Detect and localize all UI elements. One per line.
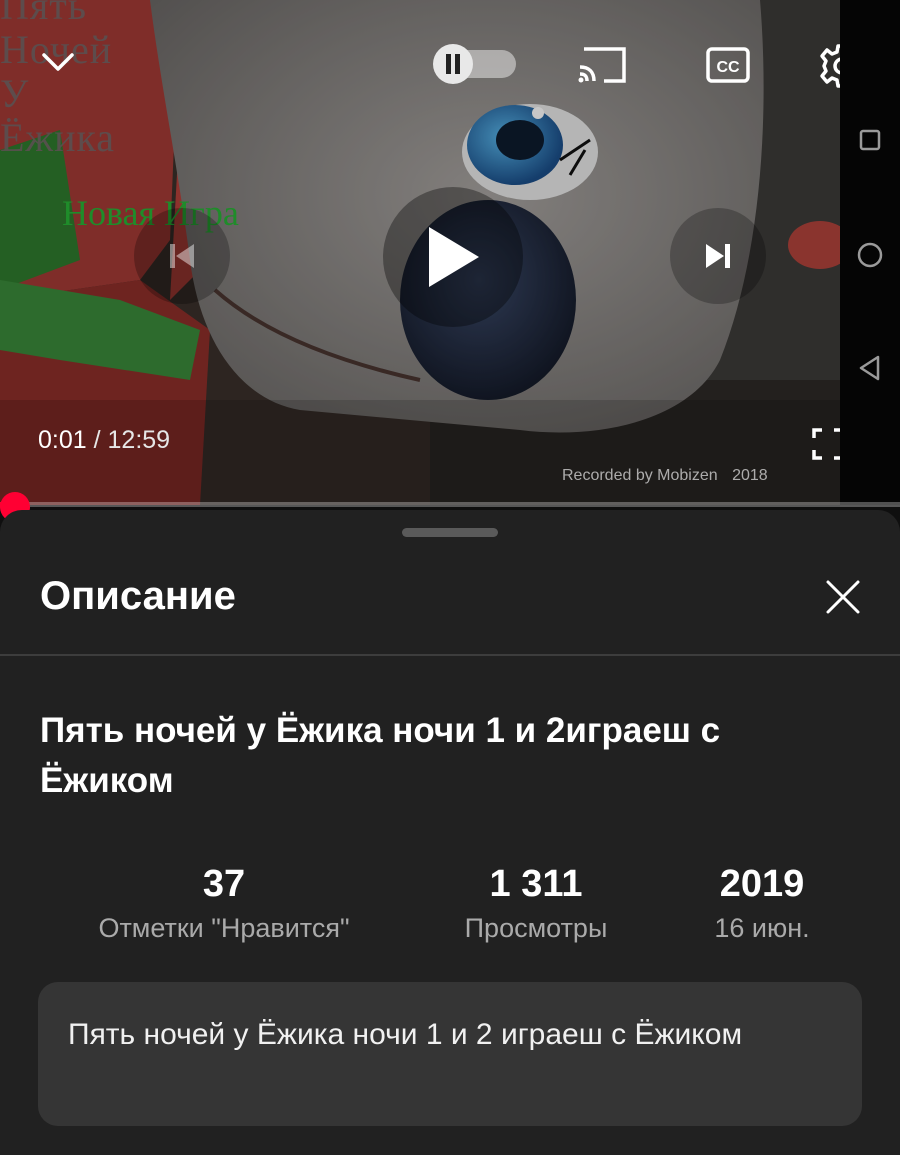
system-navigation-bar (840, 0, 900, 505)
captions-cc-icon: CC (706, 47, 750, 83)
watermark-year: 2018 (732, 467, 768, 484)
stat-views: 1 311 Просмотры (446, 862, 626, 948)
cast-button[interactable] (574, 42, 630, 88)
autoplay-toggle-icon (433, 44, 516, 84)
overlay-title-line: Пять (0, 0, 88, 28)
previous-button[interactable] (134, 208, 230, 304)
back-triangle-icon (859, 355, 880, 381)
home-circle-icon (857, 242, 883, 268)
views-label: Просмотры (464, 913, 608, 943)
svg-text:CC: CC (716, 59, 740, 76)
overlay-title-line: Ёжика (0, 115, 116, 160)
next-button[interactable] (670, 208, 766, 304)
drag-handle[interactable] (402, 528, 498, 537)
home-button[interactable] (850, 235, 890, 275)
stat-likes: 37 Отметки "Нравится" (82, 862, 366, 948)
video-watermark: Recorded by Mobizen 2018 (562, 467, 768, 485)
likes-label: Отметки "Нравится" (98, 913, 350, 943)
cast-icon (578, 47, 626, 83)
close-icon (826, 580, 860, 614)
description-text: Пять ночей у Ёжика ночи 1 и 2 играеш с Ё… (68, 1018, 743, 1051)
time-display: 0:01 / 12:59 (38, 426, 170, 455)
panel-title: Описание (40, 574, 236, 618)
watermark-text: Recorded by Mobizen (562, 467, 718, 484)
progress-bar[interactable] (0, 502, 900, 507)
recents-button[interactable] (850, 120, 890, 160)
chevron-down-icon (42, 53, 74, 71)
description-box[interactable]: Пять ночей у Ёжика ночи 1 и 2 играеш с Ё… (38, 982, 862, 1126)
divider (0, 654, 900, 656)
collapse-button[interactable] (34, 40, 82, 84)
back-button[interactable] (850, 348, 890, 388)
close-button[interactable] (818, 572, 868, 622)
play-button[interactable] (383, 187, 523, 327)
autoplay-toggle[interactable] (428, 44, 518, 84)
video-player[interactable]: Пять Ночей У Ёжика Новая Игра Recorded b… (0, 0, 900, 505)
upload-date: 16 июн. (714, 913, 810, 943)
video-duration: 12:59 (107, 426, 171, 454)
upload-year: 2019 (719, 863, 805, 905)
description-panel: Описание Пять ночей у Ёжика ночи 1 и 2иг… (0, 510, 900, 1155)
captions-button[interactable]: CC (704, 44, 752, 86)
video-title: Пять ночей у Ёжика ночи 1 и 2играеш с Ёж… (40, 711, 721, 800)
current-time: 0:01 (38, 426, 87, 454)
likes-count: 37 (202, 863, 246, 905)
stat-date: 2019 16 июн. (692, 862, 832, 948)
views-count: 1 311 (489, 863, 583, 905)
skip-next-icon (706, 244, 730, 268)
skip-previous-icon (170, 244, 194, 268)
time-separator: / (86, 426, 108, 454)
play-icon (429, 227, 479, 287)
recents-square-icon (859, 129, 881, 151)
